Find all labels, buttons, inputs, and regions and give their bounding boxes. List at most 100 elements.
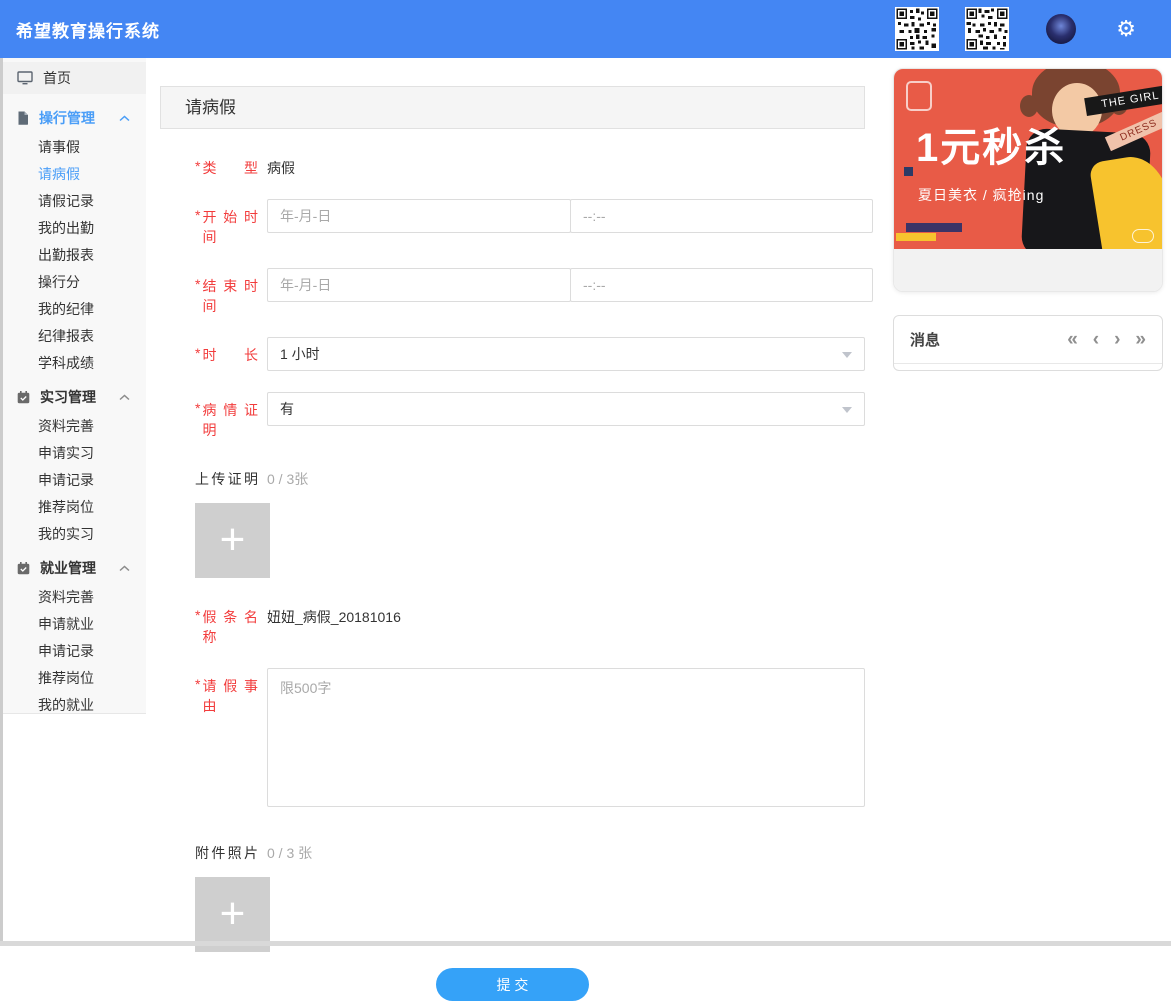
ad-banner[interactable]: 1元秒杀 夏日美衣 / 疯抢ing THE GIRL DRESS: [893, 68, 1163, 292]
sidebar-group-label: 实习管理: [40, 387, 96, 407]
sidebar-item-my-attendance[interactable]: 我的出勤: [0, 215, 146, 242]
required-mark: *: [195, 676, 200, 807]
prev-page-icon[interactable]: ‹: [1093, 330, 1099, 349]
banner-decor: [904, 167, 913, 176]
chevron-down-icon: [842, 352, 852, 358]
sidebar-item-my-employment[interactable]: 我的就业: [0, 692, 146, 719]
banner-subline: 夏日美衣 / 疯抢ing: [918, 185, 1044, 205]
sidebar-item-apply-employment[interactable]: 申请就业: [0, 611, 146, 638]
banner-decor: [896, 233, 936, 241]
required-mark: *: [195, 607, 200, 647]
chevron-up-icon: [119, 394, 130, 401]
reason-textarea[interactable]: [267, 668, 865, 807]
document-icon: [17, 111, 29, 125]
banner-decor: [1132, 229, 1154, 243]
end-date-input[interactable]: [267, 268, 571, 302]
sidebar-item-internship-records[interactable]: 申请记录: [0, 467, 146, 494]
sidebar-item-employment-jobs[interactable]: 推荐岗位: [0, 665, 146, 692]
horizontal-scrollbar[interactable]: [0, 941, 1171, 946]
sidebar-group-conduct[interactable]: 操行管理: [0, 102, 146, 134]
sidebar-item-my-discipline[interactable]: 我的纪律: [0, 296, 146, 323]
ad-banner-footer: [894, 249, 1162, 292]
sidebar-item-label: 首页: [43, 68, 71, 88]
sidebar-item-discipline-report[interactable]: 纪律报表: [0, 323, 146, 350]
form-row-start-time: * 开始时间: [195, 199, 865, 247]
right-panel: 1元秒杀 夏日美衣 / 疯抢ing THE GIRL DRESS 消息 « ‹ …: [893, 68, 1163, 371]
header-actions: ⚙: [895, 7, 1171, 51]
monitor-icon: [17, 71, 33, 85]
duration-select[interactable]: 1 小时: [267, 337, 865, 371]
duration-label: 时 长: [202, 345, 258, 371]
upload-proof-button[interactable]: +: [195, 503, 270, 578]
qr-code-icon: [895, 7, 939, 51]
required-mark: *: [195, 276, 200, 316]
page-title: 请病假: [160, 86, 865, 129]
sidebar-item-employment-records[interactable]: 申请记录: [0, 638, 146, 665]
user-avatar[interactable]: [1046, 14, 1076, 44]
sidebar-item-internship-profile[interactable]: 资料完善: [0, 413, 146, 440]
proof-label: 病情证明: [202, 400, 258, 440]
first-page-icon[interactable]: «: [1067, 330, 1078, 349]
required-mark: *: [195, 207, 200, 247]
form-row-end-time: * 结束时间: [195, 268, 865, 316]
sidebar-group-internship[interactable]: 实习管理: [0, 381, 146, 413]
main-content: 请病假 * 类 型 病假 * 开始时间 * 结束时间 * 时 长: [160, 86, 865, 1001]
upload-proof-label: 上传证明: [195, 469, 258, 489]
next-page-icon[interactable]: ›: [1114, 330, 1120, 349]
form-row-proof: * 病情证明 有: [195, 392, 865, 440]
sidebar-item-apply-internship[interactable]: 申请实习: [0, 440, 146, 467]
chevron-up-icon: [119, 565, 130, 572]
proof-value: 有: [280, 401, 294, 417]
attachments-label: 附件照片: [195, 843, 258, 863]
form-row-note-name: * 假条名称 妞妞_病假_20181016: [195, 599, 865, 647]
sidebar-item-home[interactable]: 首页: [0, 62, 146, 94]
reason-label: 请假事由: [202, 676, 258, 807]
sidebar-item-my-internship[interactable]: 我的实习: [0, 521, 146, 548]
start-date-input[interactable]: [267, 199, 571, 233]
duration-value: 1 小时: [280, 346, 320, 362]
submit-button[interactable]: 提 交: [436, 968, 589, 1001]
settings-gear-icon[interactable]: ⚙: [1116, 18, 1136, 40]
form-row-duration: * 时 长 1 小时: [195, 337, 865, 371]
type-label: 类 型: [202, 158, 258, 178]
message-title: 消息: [910, 329, 940, 350]
type-value: 病假: [267, 150, 295, 178]
sidebar-item-sick-leave[interactable]: 请病假: [0, 161, 146, 188]
end-time-input[interactable]: [570, 268, 873, 302]
calendar-check-icon: [17, 562, 30, 575]
required-mark: *: [195, 158, 200, 178]
start-time-input[interactable]: [570, 199, 873, 233]
attachments-count: 0 / 3 张: [267, 835, 312, 863]
message-panel: 消息 « ‹ › »: [893, 315, 1163, 371]
sidebar-item-subject-scores[interactable]: 学科成绩: [0, 350, 146, 377]
banner-headline: 1元秒杀: [916, 115, 1066, 173]
stamp-logo: [906, 81, 932, 111]
chevron-up-icon: [119, 115, 130, 122]
form-row-reason: * 请假事由: [195, 668, 865, 807]
sidebar-item-conduct-score[interactable]: 操行分: [0, 269, 146, 296]
note-name-value: 妞妞_病假_20181016: [267, 599, 401, 647]
plus-icon: +: [220, 515, 246, 564]
required-mark: *: [195, 345, 200, 371]
sidebar-group-employment[interactable]: 就业管理: [0, 552, 146, 584]
ad-banner-image: 1元秒杀 夏日美衣 / 疯抢ing THE GIRL DRESS: [894, 69, 1162, 249]
last-page-icon[interactable]: »: [1135, 330, 1146, 349]
note-name-label: 假条名称: [202, 607, 258, 647]
required-mark: *: [195, 400, 200, 440]
app-header: 希望教育操行系统: [0, 0, 1171, 58]
vertical-scrollbar[interactable]: [0, 58, 3, 946]
sidebar-item-personal-leave[interactable]: 请事假: [0, 134, 146, 161]
plus-icon: +: [220, 889, 246, 938]
form-row-type: * 类 型 病假: [195, 150, 865, 178]
sidebar-item-internship-jobs[interactable]: 推荐岗位: [0, 494, 146, 521]
qr-code-icon: [965, 7, 1009, 51]
sidebar-nav: 首页 操行管理 请事假 请病假 请假记录 我的出勤 出勤报表 操行分 我的纪律 …: [0, 58, 146, 714]
start-time-label: 开始时间: [202, 207, 258, 247]
proof-select[interactable]: 有: [267, 392, 865, 426]
sidebar-item-attendance-report[interactable]: 出勤报表: [0, 242, 146, 269]
sidebar-item-leave-records[interactable]: 请假记录: [0, 188, 146, 215]
calendar-check-icon: [17, 391, 30, 404]
banner-decor: [906, 223, 962, 232]
model-illustration: [1020, 95, 1038, 117]
sidebar-item-employment-profile[interactable]: 资料完善: [0, 584, 146, 611]
